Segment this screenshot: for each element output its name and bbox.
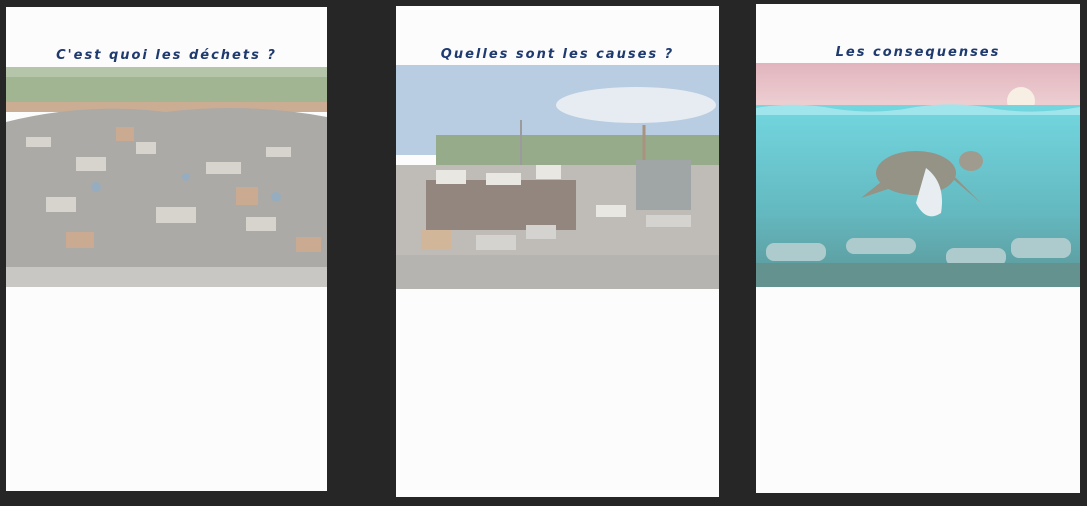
sea-turtle-plastic-image [756,63,1080,287]
slide-title: C'est quoi les déchets ? [56,48,277,63]
slide-card-consequences[interactable]: Les consequenses [756,4,1080,493]
slide-title: Quelles sont les causes ? [440,47,675,62]
slide-card-waste[interactable]: C'est quoi les déchets ? [6,7,327,491]
overflowing-bins-image [396,65,719,289]
slide-title: Les consequenses [835,45,1001,60]
slide-card-causes[interactable]: Quelles sont les causes ? [396,6,719,497]
waste-pile-image [6,67,327,287]
